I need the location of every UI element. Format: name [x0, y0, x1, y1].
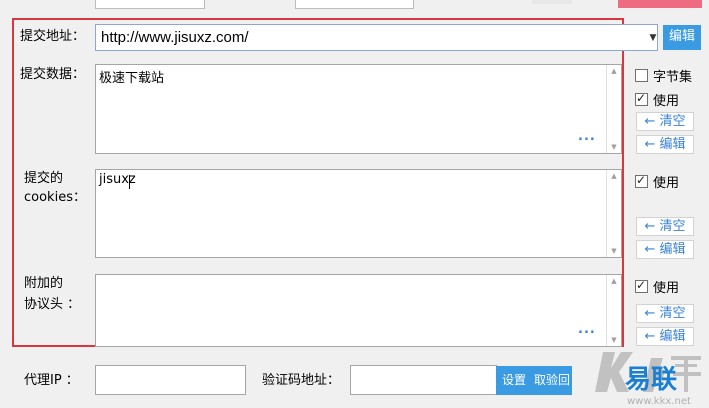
more-icon[interactable]: ...	[578, 129, 596, 144]
submit-data-use-label: 使用	[653, 94, 680, 109]
top-field-stub	[95, 0, 205, 9]
more-icon[interactable]: ...	[578, 322, 596, 337]
submit-data-clear-button[interactable]: ← 清空	[636, 112, 694, 131]
submit-data-textarea[interactable]: 极速下载站 ... ▲ ▼	[95, 64, 622, 154]
scroll-up-icon[interactable]: ▲	[607, 67, 621, 75]
headers-label-line1: 附加的	[24, 276, 64, 291]
cookies-clear-button[interactable]: ← 清空	[636, 217, 694, 236]
headers-clear-button[interactable]: ← 清空	[636, 304, 694, 323]
scroll-up-icon[interactable]: ▲	[607, 277, 621, 285]
cookies-label-line2: cookies：	[24, 190, 86, 205]
proxy-ip-label: 代理IP ：	[24, 373, 79, 388]
headers-use-label: 使用	[653, 281, 680, 296]
checkbox-checked-icon[interactable]	[635, 91, 648, 106]
submit-data-use-checkbox[interactable]: 使用	[635, 90, 679, 109]
watermark-brand: 易联	[625, 365, 677, 395]
checkbox-checked-icon[interactable]	[635, 278, 648, 293]
scroll-down-icon[interactable]: ▼	[607, 336, 621, 344]
scrollbar[interactable]: ▲ ▼	[606, 170, 621, 257]
headers-label-line2: 协议头 ：	[24, 297, 81, 312]
top-label-stub	[532, 0, 572, 4]
proxy-ip-input[interactable]	[95, 365, 246, 395]
scroll-up-icon[interactable]: ▲	[607, 172, 621, 180]
chevron-down-icon[interactable]: ▼	[646, 24, 660, 51]
top-field-stub	[295, 0, 414, 9]
charset-label: 字节集	[653, 70, 693, 85]
submit-url-value[interactable]: http://www.jisuxz.com/	[101, 29, 249, 46]
headers-use-checkbox[interactable]: 使用	[635, 277, 679, 296]
headers-edit-button[interactable]: ← 编辑	[636, 327, 694, 346]
submit-url-combobox[interactable]: http://www.jisuxz.com/	[95, 24, 658, 51]
cookies-value[interactable]: jisuxz	[99, 172, 136, 187]
submit-data-value[interactable]: 极速下载站	[99, 67, 164, 86]
top-button-stub[interactable]	[618, 0, 702, 8]
submit-url-edit-button[interactable]: 编辑	[663, 25, 701, 50]
captcha-url-label: 验证码地址：	[262, 373, 341, 388]
checkbox-checked-icon[interactable]	[635, 173, 648, 188]
watermark-logo: 易联 www.kkx.net	[595, 352, 701, 407]
cookies-use-checkbox[interactable]: 使用	[635, 172, 679, 191]
scrollbar[interactable]: ▲ ▼	[606, 275, 621, 346]
cancel-button[interactable]: 取验回	[532, 366, 572, 395]
cookies-use-label: 使用	[653, 176, 680, 191]
watermark-site: www.kkx.net	[627, 396, 691, 407]
captcha-url-input[interactable]	[350, 365, 497, 395]
submit-data-label: 提交数据：	[20, 67, 86, 82]
set-button[interactable]: 设置	[496, 366, 532, 395]
submit-url-label: 提交地址：	[20, 29, 86, 44]
headers-textarea[interactable]: ... ▲ ▼	[95, 274, 622, 347]
checkbox-icon[interactable]	[635, 69, 648, 82]
cookies-textarea[interactable]: jisuxz ▲ ▼	[95, 169, 622, 258]
cookies-edit-button[interactable]: ← 编辑	[636, 240, 694, 259]
text-caret	[129, 175, 130, 189]
submit-data-edit-button[interactable]: ← 编辑	[636, 135, 694, 154]
scrollbar[interactable]: ▲ ▼	[606, 65, 621, 153]
charset-checkbox[interactable]: 字节集	[635, 66, 692, 85]
scroll-down-icon[interactable]: ▼	[607, 143, 621, 151]
scroll-down-icon[interactable]: ▼	[607, 247, 621, 255]
cookies-label-line1: 提交的	[24, 171, 64, 186]
